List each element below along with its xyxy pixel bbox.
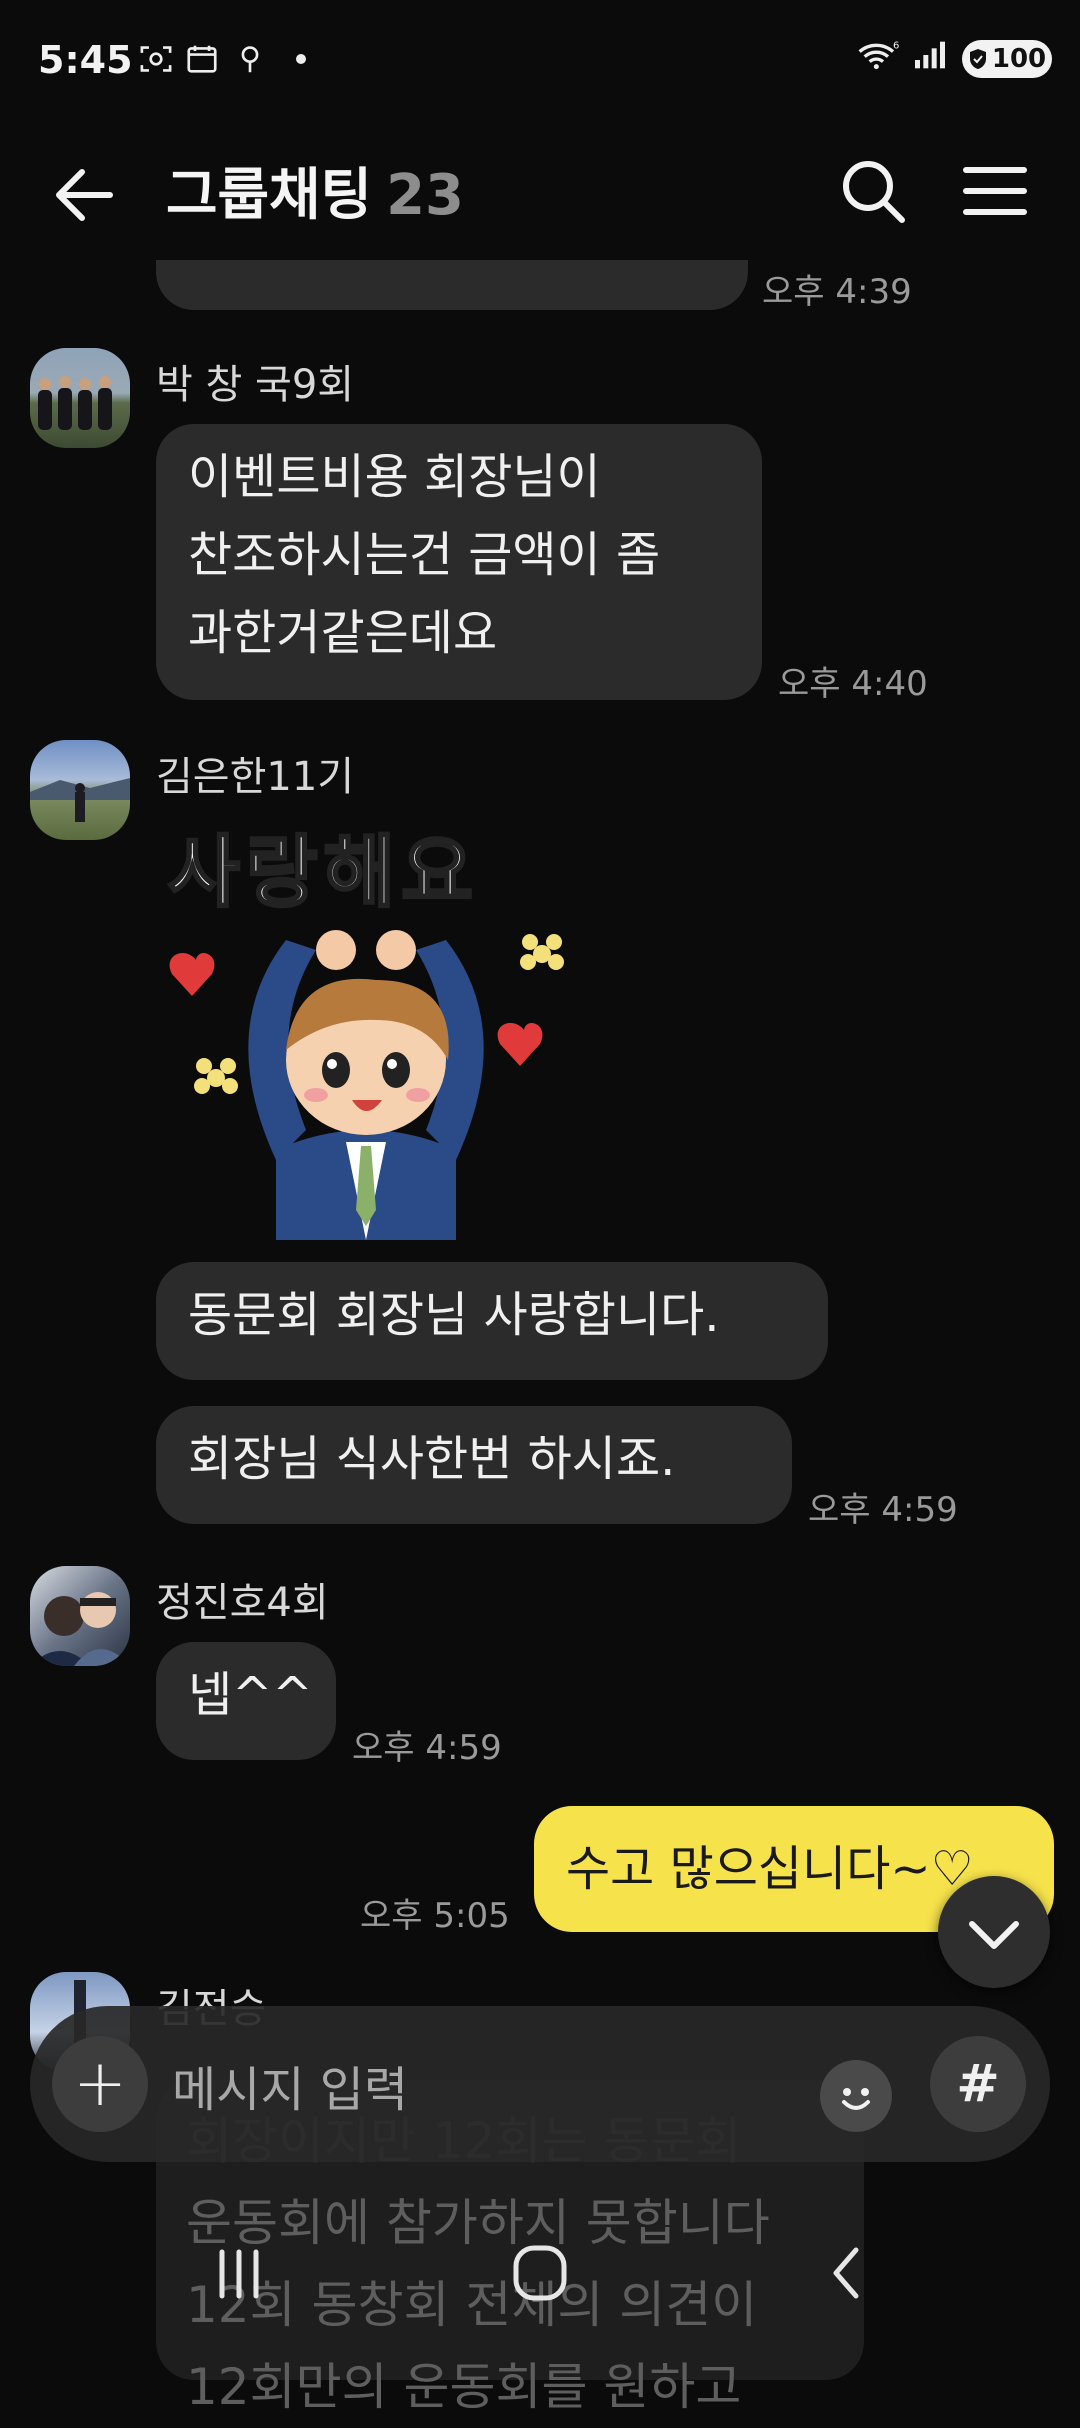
avatar[interactable] xyxy=(30,1566,130,1666)
dot-icon xyxy=(296,54,306,64)
search-icon[interactable] xyxy=(838,156,908,226)
message-time: 오후 4:59 xyxy=(808,1490,958,1530)
message-line: 과한거같은데요 xyxy=(188,605,498,661)
message-bubble[interactable]: 넵^^ xyxy=(156,1642,336,1760)
sticker-text: 사랑해요 xyxy=(166,827,480,920)
hash-icon[interactable]: # xyxy=(930,2036,1026,2132)
location-icon xyxy=(241,46,259,73)
message-time: 오후 4:40 xyxy=(778,664,928,704)
message-text: 회장님 식사한번 하시죠. xyxy=(188,1431,676,1487)
battery-level: 100 xyxy=(991,44,1047,74)
sticker[interactable]: 사랑해요 xyxy=(156,810,576,1240)
wifi-icon: 6 xyxy=(858,40,899,70)
menu-icon[interactable] xyxy=(960,156,1030,226)
avatar[interactable] xyxy=(30,740,130,840)
message-line: 찬조하시는건 금액이 좀 xyxy=(188,527,661,583)
message-bubble[interactable]: 이벤트비용 회장님이 찬조하시는건 금액이 좀 과한거같은데요 xyxy=(156,424,762,700)
message-bubble[interactable]: 회장님 식사한번 하시죠. xyxy=(156,1406,792,1524)
message-time: 오후 4:39 xyxy=(762,272,912,312)
message-line: 12회만의 운동회를 원하고 xyxy=(186,2358,742,2416)
scroll-to-bottom-button[interactable] xyxy=(938,1876,1050,1988)
back-arrow-icon[interactable] xyxy=(50,160,120,230)
screenshot-icon xyxy=(140,46,172,72)
emoji-icon[interactable] xyxy=(820,2060,892,2132)
member-count: 23 xyxy=(386,163,465,228)
recent-apps-icon[interactable] xyxy=(214,2244,264,2304)
sender-name: 정진호4회 xyxy=(156,1580,329,1626)
message-text: 넵^^ xyxy=(188,1667,313,1723)
home-icon[interactable] xyxy=(510,2240,570,2306)
plus-icon[interactable]: + xyxy=(52,2036,148,2132)
status-time: 5:45 xyxy=(38,38,133,82)
sticker-illustration xyxy=(169,930,564,1240)
chevron-down-icon xyxy=(969,1921,1019,1949)
message-time: 오후 5:05 xyxy=(360,1896,510,1936)
sender-name: 김은한11기 xyxy=(156,754,355,800)
battery-icon: 100 xyxy=(962,40,1052,78)
chat-title-text: 그룹채팅 xyxy=(166,163,373,228)
signal-icon xyxy=(915,41,945,69)
calendar-icon xyxy=(187,45,217,73)
svg-text:6: 6 xyxy=(893,40,899,51)
chat-title: 그룹채팅 23 xyxy=(166,150,464,231)
message-input[interactable] xyxy=(170,2054,794,2126)
back-nav-icon[interactable] xyxy=(826,2242,866,2304)
message-text: 수고 많으십니다~♡ xyxy=(566,1841,974,1897)
message-text: 동문회 회장님 사랑합니다. xyxy=(188,1287,720,1343)
message-time: 오후 4:59 xyxy=(352,1728,502,1768)
message-line: 이벤트비용 회장님이 xyxy=(188,449,601,505)
sender-name: 박 창 국9회 xyxy=(156,362,355,408)
status-bar: 5:45 6 100 xyxy=(0,0,1080,120)
avatar[interactable] xyxy=(30,348,130,448)
system-nav-bar xyxy=(0,2220,1080,2340)
chat-header xyxy=(0,120,1080,260)
message-bubble[interactable]: 동문회 회장님 사랑합니다. xyxy=(156,1262,828,1380)
